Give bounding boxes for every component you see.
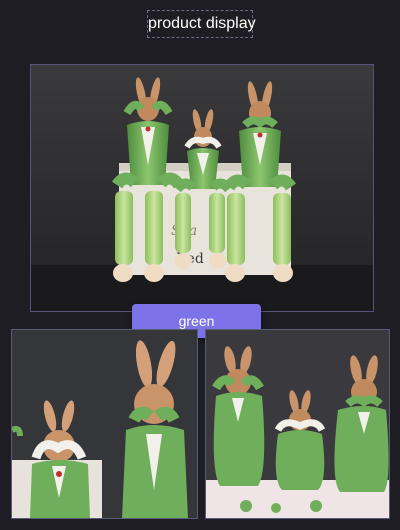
thumbnail-image-left[interactable] (11, 329, 198, 519)
rabbit-figurines-illustration: Sea Red (31, 65, 373, 311)
rabbit-closeup-right-illustration (206, 330, 389, 518)
thumbnail-image-right[interactable] (205, 329, 390, 519)
product-display-page: product display green (0, 0, 400, 530)
rabbit-closeup-left-illustration (12, 330, 197, 518)
main-product-image[interactable]: Sea Red (30, 64, 374, 312)
page-title: product display (147, 10, 256, 38)
